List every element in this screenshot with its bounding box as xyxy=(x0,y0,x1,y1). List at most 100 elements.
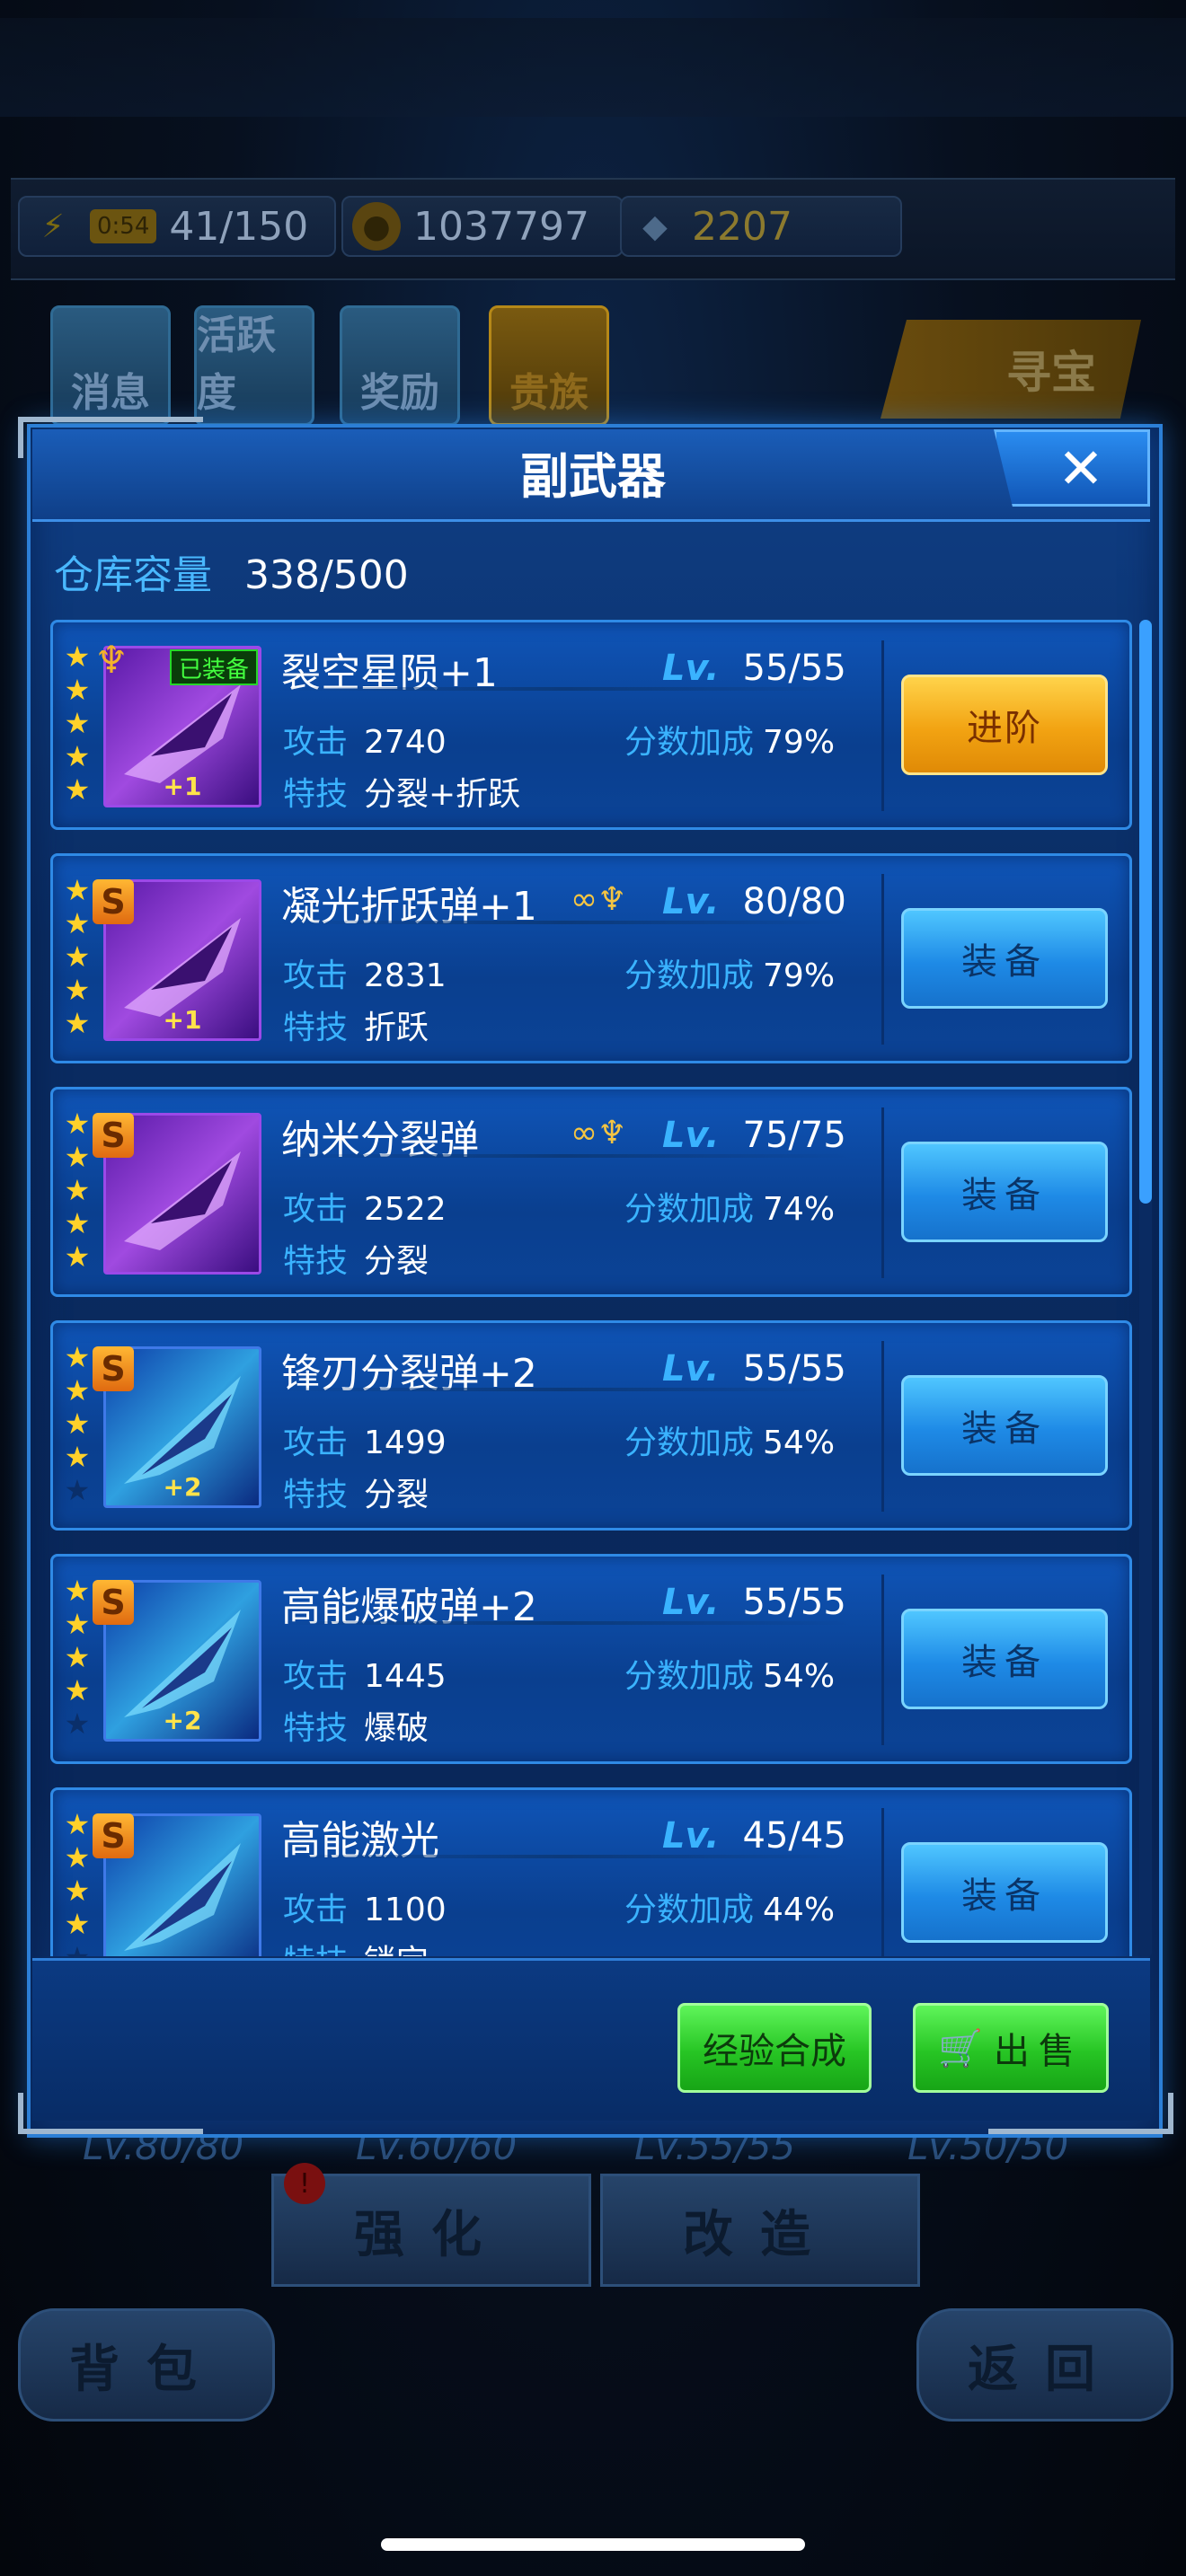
attack-value: 2522 xyxy=(364,1191,447,1228)
energy-timer: 0:54 xyxy=(90,209,157,243)
close-button[interactable]: ✕ xyxy=(994,429,1150,507)
back-button[interactable]: 返回 xyxy=(916,2308,1173,2422)
treasure-button[interactable]: 寻宝 xyxy=(881,320,1141,419)
weapon-card[interactable]: ★ ★ ★ ★ ★ +1 S 凝光折跃弹+1 ∞♆ Lv. 80/80 攻击 2831 分数加成 79% 特技… xyxy=(50,853,1132,1063)
alert-badge: ! xyxy=(284,2163,325,2204)
gem-counter[interactable]: ◆ 2207 xyxy=(620,196,902,257)
bonus-value: 54% xyxy=(763,1658,836,1695)
skill-label: 特技 xyxy=(283,1477,349,1513)
vip-button[interactable]: 贵族 xyxy=(489,305,609,426)
energy-value: 41/150 xyxy=(169,203,309,250)
advance-button[interactable]: 进阶 xyxy=(901,675,1108,775)
score-bonus-stat: 分数加成 79% xyxy=(624,716,835,763)
equip-button[interactable]: 装备 xyxy=(901,1375,1108,1476)
modify-button[interactable]: 改造 xyxy=(600,2174,920,2287)
skill-value: 爆破 xyxy=(364,1710,429,1747)
attack-value: 1445 xyxy=(364,1658,447,1695)
skill-label: 特技 xyxy=(283,776,349,813)
star-icon: ★ xyxy=(64,1340,91,1374)
backpack-button[interactable]: 背包 xyxy=(18,2308,275,2422)
rank-s-badge: S xyxy=(93,1580,134,1625)
skill-stat: 特技 折跃 xyxy=(283,1001,429,1048)
sell-label: 出售 xyxy=(993,2031,1084,2072)
weapon-card[interactable]: ★ ★ ★ ★ ★ +2 S 锋刃分裂弹+2 Lv. 55/55 攻击 1499 分数加成 54% 特技 分裂… xyxy=(50,1320,1132,1531)
bonus-label: 分数加成 xyxy=(624,1892,755,1928)
bonus-label: 分数加成 xyxy=(624,724,755,761)
message-button[interactable]: 消息 xyxy=(50,305,171,426)
score-bonus-stat: 分数加成 44% xyxy=(624,1883,835,1930)
lightning-icon: ⚡ xyxy=(41,207,65,245)
equip-button[interactable]: 装备 xyxy=(901,1842,1108,1943)
energy-counter[interactable]: ⚡ 0:54 41/150 xyxy=(18,196,336,257)
weapon-level: Lv. 55/55 xyxy=(662,1348,846,1389)
star-rating: ★★★★★ xyxy=(64,1575,91,1741)
score-bonus-stat: 分数加成 79% xyxy=(624,949,835,996)
weapon-card[interactable]: ★ ★ ★ ★ ★ +2 S 高能爆破弹+2 Lv. 55/55 攻击 1445 分数加成 54% 特技 爆破… xyxy=(50,1554,1132,1764)
star-icon: ★ xyxy=(64,1673,91,1707)
weapon-card[interactable]: ★★★★★S高能激光Lv.45/45攻击1100分数加成44%特技锁定装备 xyxy=(50,1787,1132,1956)
equip-button[interactable]: 装备 xyxy=(901,1609,1108,1709)
star-rating: ★★★★★ xyxy=(64,1107,91,1274)
skill-stat: 特技 分裂 xyxy=(283,1469,429,1515)
cart-icon: 🛒 xyxy=(938,2027,983,2069)
lv-label: Lv. xyxy=(662,1815,720,1857)
bonus-value: 54% xyxy=(763,1425,836,1461)
skill-label: 特技 xyxy=(283,1944,348,1956)
bonus-value: 79% xyxy=(763,724,836,761)
chain-set-icon: ∞♆ xyxy=(571,881,627,918)
rank-s-badge: S xyxy=(93,1346,134,1391)
lv-label: Lv. xyxy=(662,1582,720,1623)
attack-label: 攻击 xyxy=(283,957,349,994)
skill-value: 锁定 xyxy=(364,1944,429,1956)
bonus-value: 79% xyxy=(763,957,836,994)
wing-rank-icon: ♆ xyxy=(94,637,128,682)
attack-value: 1100 xyxy=(364,1892,447,1928)
sell-button[interactable]: 🛒 出售 xyxy=(913,2003,1109,2093)
coin-icon: ● xyxy=(352,202,401,251)
star-icon: ★ xyxy=(64,1807,91,1841)
activity-button[interactable]: 活跃度 xyxy=(194,305,314,426)
bonus-label: 分数加成 xyxy=(624,1191,755,1228)
star-icon: ★ xyxy=(64,973,91,1007)
star-icon: ★ xyxy=(64,1574,91,1608)
card-divider xyxy=(881,1808,884,1956)
star-icon: ★ xyxy=(64,739,91,773)
weapon-list[interactable]: ★ ★ ★ ★ ★ +1 ♆ 已装备 裂空星陨+1 Lv. 55/55 攻击 2740 分数加成 79% 特技… xyxy=(50,620,1137,1956)
exp-merge-label: 经验合成 xyxy=(703,2031,846,2072)
star-icon: ★ xyxy=(64,1373,91,1407)
score-bonus-stat: 分数加成 54% xyxy=(624,1416,835,1463)
skill-value: 分裂+折跃 xyxy=(364,776,521,813)
close-icon: ✕ xyxy=(1058,435,1104,501)
equip-button[interactable]: 装备 xyxy=(901,1142,1108,1242)
home-indicator[interactable] xyxy=(381,2538,805,2551)
skill-label: 特技 xyxy=(283,1243,349,1280)
star-rating: ★★★★★ xyxy=(64,1341,91,1507)
star-icon: ★ xyxy=(64,1473,91,1507)
bonus-label: 分数加成 xyxy=(624,1425,755,1461)
gem-icon: ◆ xyxy=(642,207,668,245)
attack-stat: 攻击 2740 xyxy=(283,716,447,763)
level-value: 55/55 xyxy=(742,1582,846,1623)
weapon-card[interactable]: ★ ★ ★ ★ ★ +1 ♆ 已装备 裂空星陨+1 Lv. 55/55 攻击 2740 分数加成 79% 特技… xyxy=(50,620,1132,830)
coin-value: 1037797 xyxy=(413,203,589,250)
scrollbar-thumb[interactable] xyxy=(1139,620,1152,1204)
rank-s-badge: S xyxy=(93,1113,134,1158)
weapon-card[interactable]: ★ ★ ★ ★ ★ S 纳米分裂弹 ∞♆ Lv. 75/75 攻击 2522 分数加成 74% 特技 分裂 装备 xyxy=(50,1087,1132,1297)
attack-label: 攻击 xyxy=(283,1425,349,1461)
bonus-label: 分数加成 xyxy=(624,1658,755,1695)
score-bonus-stat: 分数加成 74% xyxy=(624,1183,835,1230)
attack-label: 攻击 xyxy=(283,1658,349,1695)
star-icon: ★ xyxy=(64,1941,91,1957)
star-icon: ★ xyxy=(64,1140,91,1174)
star-icon: ★ xyxy=(64,1707,91,1741)
equip-button[interactable]: 装备 xyxy=(901,908,1108,1009)
coin-counter[interactable]: ● 1037797 xyxy=(341,196,624,257)
star-icon: ★ xyxy=(64,1640,91,1674)
reward-button[interactable]: 奖励 xyxy=(340,305,460,426)
star-icon: ★ xyxy=(64,1907,91,1941)
weapon-level: Lv. 55/55 xyxy=(662,1582,846,1623)
star-icon: ★ xyxy=(64,1840,91,1875)
exp-merge-button[interactable]: 经验合成 xyxy=(677,2003,872,2093)
upgrade-plus: +2 xyxy=(163,1472,202,1502)
star-icon: ★ xyxy=(64,1173,91,1207)
